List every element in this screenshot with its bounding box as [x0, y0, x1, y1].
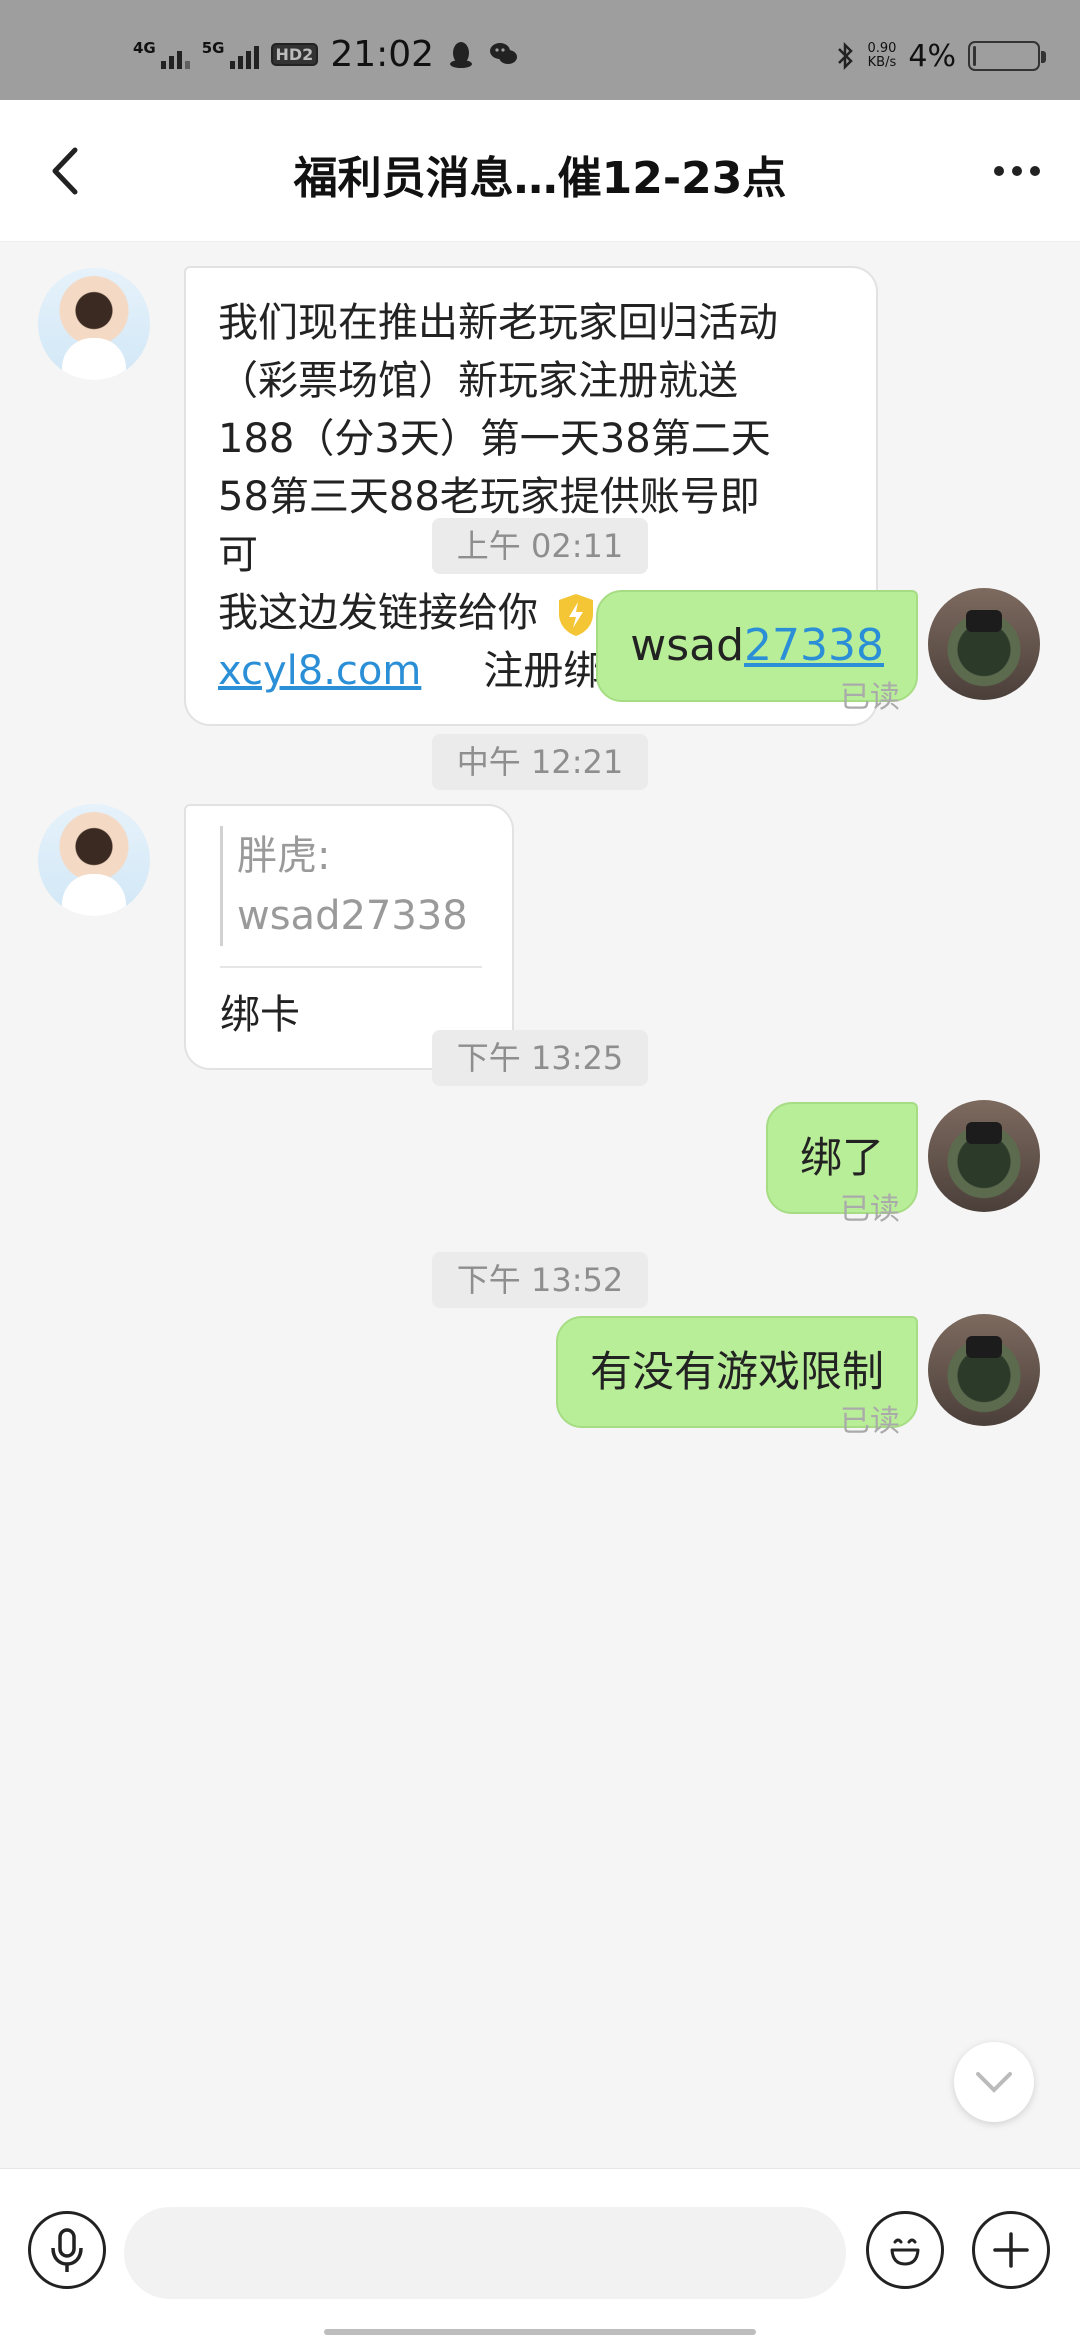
- input-bar: [0, 2168, 1080, 2340]
- message-text: wsad: [630, 620, 745, 671]
- voice-input-button[interactable]: [28, 2211, 106, 2289]
- my-avatar[interactable]: [928, 588, 1040, 700]
- wechat-icon: [490, 43, 518, 64]
- signal-5g-icon: 5G: [202, 39, 259, 69]
- message-link[interactable]: xcyl8.com: [218, 642, 421, 700]
- speed-unit: KB/s: [867, 55, 897, 70]
- qq-penguin-icon: [450, 42, 473, 68]
- hd-voice-icon: HD2: [270, 42, 319, 66]
- contact-avatar[interactable]: [38, 268, 150, 380]
- quoted-sender: 胖虎:: [237, 833, 331, 879]
- network-label-2: 5G: [201, 39, 225, 57]
- message-line: 我们现在推出新老玩家回归活动: [218, 300, 778, 346]
- battery-fill: [973, 46, 976, 66]
- message-text: 绑了: [799, 1133, 884, 1182]
- timestamp: 中午 12:21: [432, 734, 648, 790]
- message-line-text: 我这边发链接给你: [218, 590, 538, 636]
- clock: 21:02: [330, 33, 435, 75]
- more-dot-icon: [994, 166, 1004, 176]
- bluetooth-icon: [838, 41, 854, 71]
- status-left: 4G 5G HD2 21:02: [133, 33, 518, 75]
- message-link[interactable]: 27338: [744, 620, 884, 671]
- home-indicator[interactable]: [324, 2329, 756, 2335]
- read-status: 已读: [840, 1404, 900, 1439]
- chat-title: 福利员消息…催12-23点: [293, 153, 787, 204]
- message-input[interactable]: [124, 2207, 846, 2299]
- read-status: 已读: [840, 1192, 900, 1227]
- my-avatar[interactable]: [928, 1100, 1040, 1212]
- battery-percent: 4%: [908, 38, 956, 74]
- quoted-message[interactable]: 胖虎: wsad27338: [220, 826, 482, 946]
- plus-icon: [993, 2232, 1029, 2268]
- message-list[interactable]: 我们现在推出新老玩家回归活动 （彩票场馆）新玩家注册就送 188（分3天）第一天…: [0, 242, 1080, 2168]
- smiley-icon: [890, 2238, 920, 2266]
- message-line: （彩票场馆）新玩家注册就送: [218, 358, 738, 404]
- contact-avatar[interactable]: [38, 804, 150, 916]
- message-line: 188（分3天）第一天38第二天: [218, 416, 771, 462]
- shield-lightning-icon: [559, 594, 593, 636]
- more-dot-icon: [1012, 166, 1022, 176]
- status-bar: 4G 5G HD2 21:02 0.90 KB/s 4%: [0, 0, 1080, 100]
- microphone-icon: [51, 2228, 83, 2272]
- network-speed: 0.90 KB/s: [867, 42, 896, 70]
- quoted-text: wsad27338: [237, 893, 468, 939]
- message-text: 有没有游戏限制: [589, 1347, 884, 1396]
- timestamp: 下午 13:52: [432, 1252, 648, 1308]
- signal-4g-icon: 4G: [133, 39, 190, 69]
- status-right: 0.90 KB/s 4%: [835, 38, 1046, 74]
- timestamp: 上午 02:11: [432, 518, 648, 574]
- timestamp: 下午 13:25: [432, 1030, 648, 1086]
- chevron-left-icon: [52, 147, 78, 195]
- back-button[interactable]: [30, 136, 100, 206]
- scroll-to-bottom-button[interactable]: [954, 2042, 1034, 2122]
- my-avatar[interactable]: [928, 1314, 1040, 1426]
- more-actions-button[interactable]: [972, 2211, 1050, 2289]
- more-options-button[interactable]: [982, 136, 1052, 206]
- network-label-1: 4G: [133, 39, 156, 57]
- more-dot-icon: [1030, 166, 1040, 176]
- chat-header: 福利员消息…催12-23点: [0, 100, 1080, 242]
- battery-icon: [968, 41, 1046, 71]
- read-status: 已读: [840, 680, 900, 715]
- chevron-down-icon: [976, 2072, 1012, 2093]
- emoji-button[interactable]: [866, 2211, 944, 2289]
- speed-value: 0.90: [867, 41, 897, 56]
- quote-divider: [220, 966, 482, 968]
